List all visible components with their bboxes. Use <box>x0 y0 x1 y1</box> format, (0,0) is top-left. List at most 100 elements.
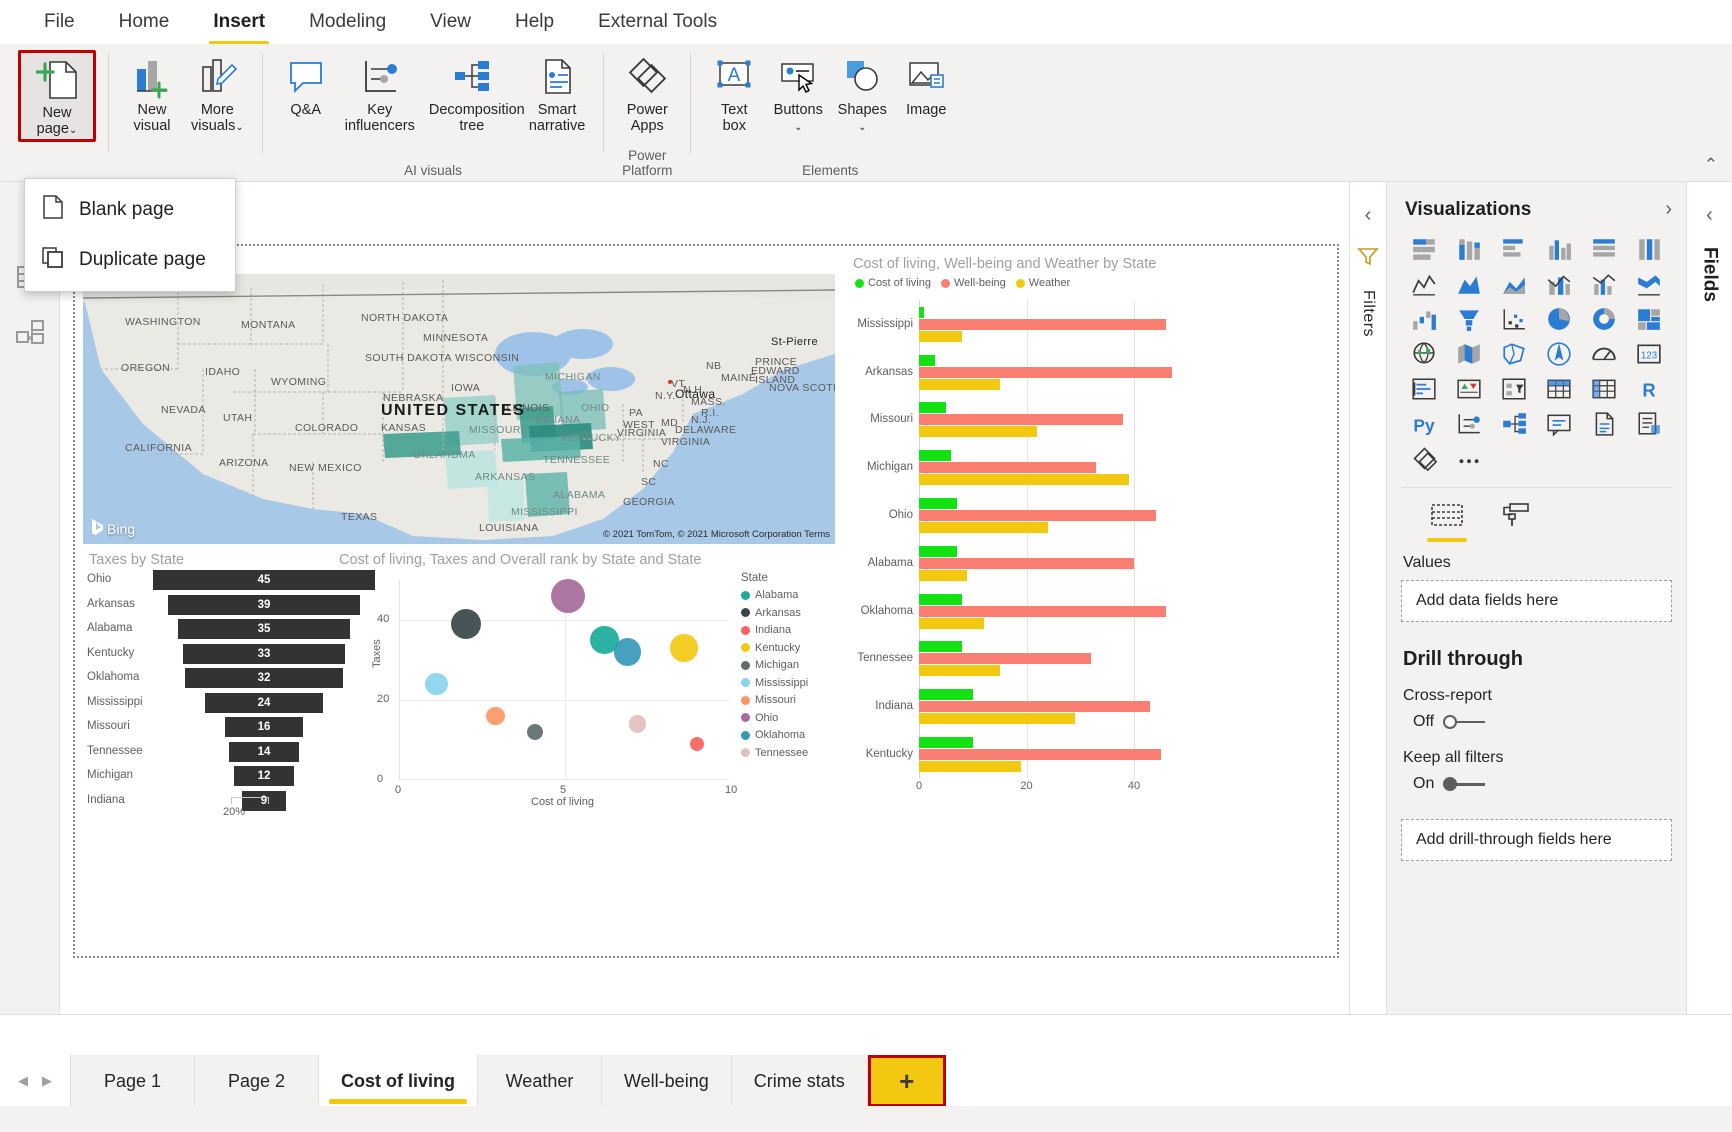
bar-plot-area[interactable]: MississippiArkansasMissouriMichiganOhioA… <box>919 300 1177 778</box>
bar-segment-well-being[interactable] <box>919 414 1123 425</box>
azure-map-icon[interactable] <box>1539 340 1580 368</box>
filter-icon[interactable] <box>1357 245 1379 272</box>
decomposition-tree-button[interactable]: Decomposition tree <box>423 50 521 136</box>
bar-segment-cost-of-living[interactable] <box>919 737 973 748</box>
bar-group[interactable]: Tennessee <box>919 635 1177 683</box>
bar-segment-weather[interactable] <box>919 426 1037 437</box>
power-apps-button[interactable]: Power Apps <box>616 50 678 136</box>
chevron-down-icon[interactable]: ⌄ <box>235 122 243 133</box>
pie-chart-icon[interactable] <box>1539 305 1580 333</box>
cross-report-toggle-row[interactable]: Off <box>1401 713 1672 745</box>
buttons-button[interactable]: Buttons ⌄ <box>767 50 829 136</box>
more-visuals-button[interactable]: More visuals⌄ <box>185 50 250 136</box>
bar-group[interactable]: Kentucky <box>919 730 1177 778</box>
funnel-bar[interactable]: 39 <box>168 595 360 615</box>
scatter-bubble[interactable] <box>451 609 482 640</box>
page-tab-nav[interactable]: ◀ ▶ <box>0 1055 71 1107</box>
bar-segment-weather[interactable] <box>919 570 967 581</box>
power-apps-visual-icon[interactable] <box>1403 445 1444 473</box>
ribbon-tab-file[interactable]: File <box>22 5 97 39</box>
scatter-chart-icon[interactable] <box>1493 305 1534 333</box>
visual-bar-cost-wellbeing-weather[interactable]: Cost of living, Well-being and Weather b… <box>847 252 1225 816</box>
scatter-legend-item[interactable]: Oklahoma <box>741 729 831 741</box>
bar-group[interactable]: Missouri <box>919 396 1177 444</box>
filled-map-icon[interactable] <box>1448 340 1489 368</box>
funnel-bar[interactable]: 24 <box>205 693 323 713</box>
visualization-type-grid[interactable]: 123RPy <box>1401 231 1672 483</box>
bar-segment-cost-of-living[interactable] <box>919 546 957 557</box>
new-page-button[interactable]: New page⌄ <box>18 50 96 142</box>
ribbon-chart-icon[interactable] <box>1629 270 1670 298</box>
bar-segment-weather[interactable] <box>919 522 1048 533</box>
line-stacked-column-icon[interactable] <box>1539 270 1580 298</box>
map-canvas[interactable]: WASHINGTONMONTANANORTH DAKOTAMINNESOTAOR… <box>83 274 835 544</box>
scatter-legend-item[interactable]: Missouri <box>741 694 831 706</box>
stacked-column-chart-icon[interactable] <box>1448 235 1489 263</box>
bar-segment-cost-of-living[interactable] <box>919 450 951 461</box>
bar-segment-cost-of-living[interactable] <box>919 594 962 605</box>
table-icon[interactable] <box>1539 375 1580 403</box>
bar-segment-well-being[interactable] <box>919 749 1161 760</box>
menu-item-duplicate-page[interactable]: Duplicate page <box>25 235 235 285</box>
scatter-legend-item[interactable]: Tennessee <box>741 747 831 759</box>
scatter-legend-item[interactable]: Kentucky <box>741 642 831 654</box>
funnel-bar[interactable]: 12 <box>234 766 293 786</box>
bar-segment-weather[interactable] <box>919 331 962 342</box>
bar-segment-cost-of-living[interactable] <box>919 355 935 366</box>
scatter-bubble[interactable] <box>629 715 646 732</box>
fields-tab[interactable] <box>1427 502 1467 542</box>
scatter-legend-item[interactable]: Alabama <box>741 589 831 601</box>
shapes-button[interactable]: Shapes ⌄ <box>831 50 893 136</box>
bar-segment-well-being[interactable] <box>919 701 1150 712</box>
funnel-bar[interactable]: 32 <box>185 668 343 688</box>
multirow-card-icon[interactable] <box>1403 375 1444 403</box>
keep-all-filters-toggle-row[interactable]: On <box>1401 775 1672 807</box>
bar-segment-well-being[interactable] <box>919 367 1172 378</box>
scatter-bubble[interactable] <box>551 579 585 613</box>
add-page-button[interactable]: + <box>868 1055 946 1107</box>
bar-group[interactable]: Michigan <box>919 443 1177 491</box>
bar-legend[interactable]: Cost of livingWell-beingWeather <box>847 275 1225 293</box>
bar-group[interactable]: Oklahoma <box>919 587 1177 635</box>
ribbon-tab-insert[interactable]: Insert <box>191 5 287 39</box>
clustered-column-chart-icon[interactable] <box>1539 235 1580 263</box>
menu-item-blank-page[interactable]: Blank page <box>25 185 235 235</box>
stacked-bar-chart-icon[interactable] <box>1403 235 1444 263</box>
bar-legend-item[interactable]: Cost of living <box>855 277 931 289</box>
slicer-icon[interactable] <box>1493 375 1534 403</box>
scatter-legend-item[interactable]: Mississippi <box>741 677 831 689</box>
keep-all-filters-toggle[interactable] <box>1443 777 1485 791</box>
page-tab-well-being[interactable]: Well-being <box>602 1055 732 1107</box>
format-tab[interactable] <box>1495 502 1535 542</box>
page-tab-page-1[interactable]: Page 1 <box>71 1055 195 1107</box>
qa-button[interactable]: Q&A <box>275 50 337 120</box>
line-clustered-column-icon[interactable] <box>1584 270 1625 298</box>
bar-legend-item[interactable]: Well-being <box>941 277 1006 289</box>
more-options-icon[interactable] <box>1448 445 1489 473</box>
r-script-visual-icon[interactable]: R <box>1629 375 1670 403</box>
qa-visual-icon[interactable] <box>1539 410 1580 438</box>
visualizations-expand-icon[interactable]: › <box>1665 198 1672 221</box>
cross-report-toggle[interactable] <box>1443 715 1485 729</box>
ribbon-tab-home[interactable]: Home <box>97 5 192 39</box>
chevron-down-icon[interactable]: ⌄ <box>794 122 802 133</box>
bar-group[interactable]: Indiana <box>919 682 1177 730</box>
scatter-bubble[interactable] <box>527 724 543 740</box>
ribbon-tab-modeling[interactable]: Modeling <box>287 5 408 39</box>
page-tabs-row[interactable]: ◀ ▶ Page 1 Page 2 Cost of living Weather… <box>0 1055 1732 1107</box>
filters-pane-collapsed[interactable]: ‹ Filters <box>1349 182 1387 1014</box>
bar-segment-well-being[interactable] <box>919 462 1096 473</box>
bar-segment-well-being[interactable] <box>919 510 1156 521</box>
chevron-down-icon[interactable]: ⌄ <box>69 125 77 136</box>
donut-chart-icon[interactable] <box>1584 305 1625 333</box>
scatter-bubble[interactable] <box>486 707 505 726</box>
scatter-bubble[interactable] <box>425 673 448 696</box>
key-influencers-icon[interactable] <box>1448 410 1489 438</box>
bar-segment-cost-of-living[interactable] <box>919 307 924 318</box>
scatter-plot-area[interactable] <box>399 580 729 780</box>
smart-narrative-icon[interactable] <box>1584 410 1625 438</box>
bar-group[interactable]: Alabama <box>919 539 1177 587</box>
scatter-legend-item[interactable]: Michigan <box>741 659 831 671</box>
text-box-button[interactable]: A Text box <box>703 50 765 136</box>
card-icon[interactable]: 123 <box>1629 340 1670 368</box>
